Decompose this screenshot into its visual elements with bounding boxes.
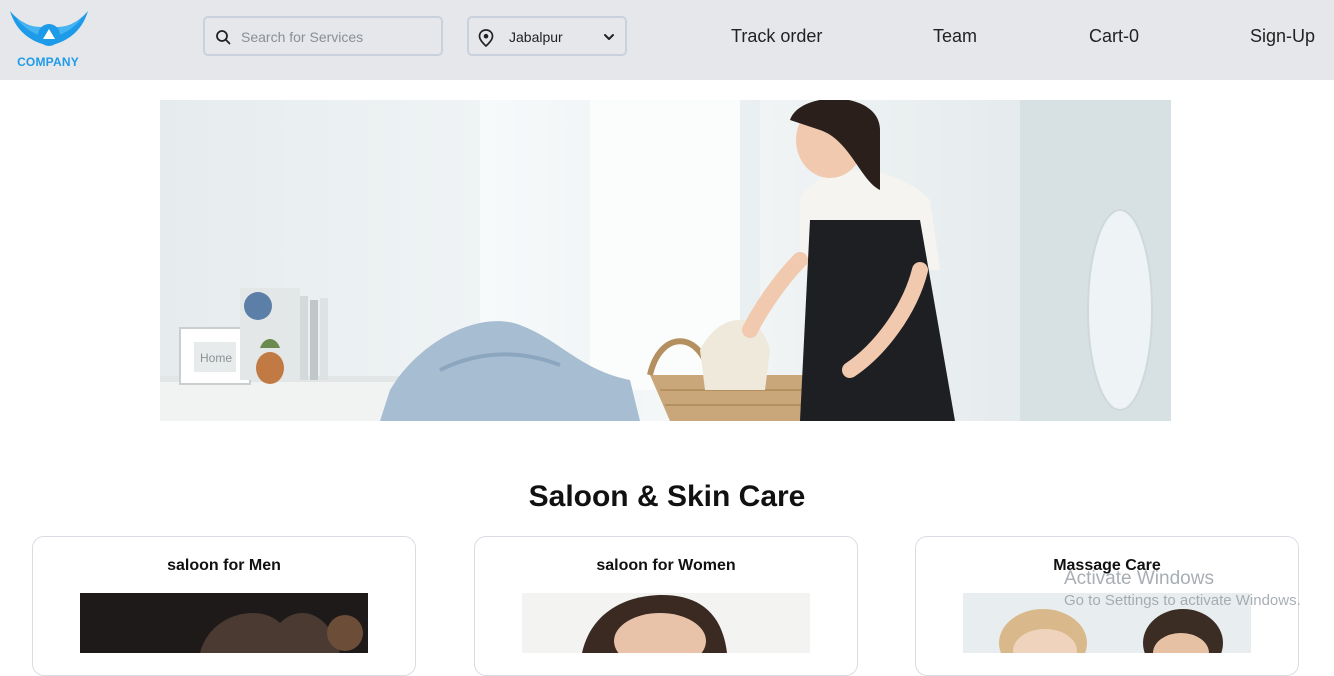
windows-activation-watermark: Activate Windows Go to Settings to activ… (1064, 568, 1301, 609)
section-title: Saloon & Skin Care (528, 480, 806, 513)
nav-cart[interactable]: Cart-0 (1089, 26, 1139, 47)
svg-text:Home: Home (200, 351, 232, 365)
nav-sign-up[interactable]: Sign-Up (1250, 26, 1315, 47)
company-logo[interactable]: COMPANY (8, 5, 90, 69)
search-input[interactable] (241, 26, 437, 48)
location-value: Jabalpur (509, 29, 563, 45)
nav-track-order[interactable]: Track order (731, 26, 822, 47)
search-box[interactable] (203, 16, 443, 56)
search-icon (216, 30, 231, 45)
navbar: COMPANY Jabalpur Track order Team Cart-0… (0, 0, 1334, 80)
card-image (80, 593, 368, 653)
watermark-line-1: Activate Windows (1064, 568, 1214, 589)
location-pin-icon (478, 29, 494, 47)
winged-logo-icon (10, 11, 88, 46)
location-select[interactable]: Jabalpur (467, 16, 627, 56)
chevron-down-icon (604, 34, 614, 40)
watermark-line-2: Go to Settings to activate Windows. (1064, 592, 1301, 609)
service-card-men[interactable]: saloon for Men (32, 536, 416, 676)
card-title: saloon for Women (596, 557, 736, 574)
card-title: saloon for Men (167, 557, 281, 574)
service-card-women[interactable]: saloon for Women (474, 536, 858, 676)
logo-text: COMPANY (17, 55, 79, 69)
hero-banner-image: Home (160, 100, 1171, 421)
nav-team[interactable]: Team (933, 26, 977, 47)
card-image (522, 593, 810, 653)
